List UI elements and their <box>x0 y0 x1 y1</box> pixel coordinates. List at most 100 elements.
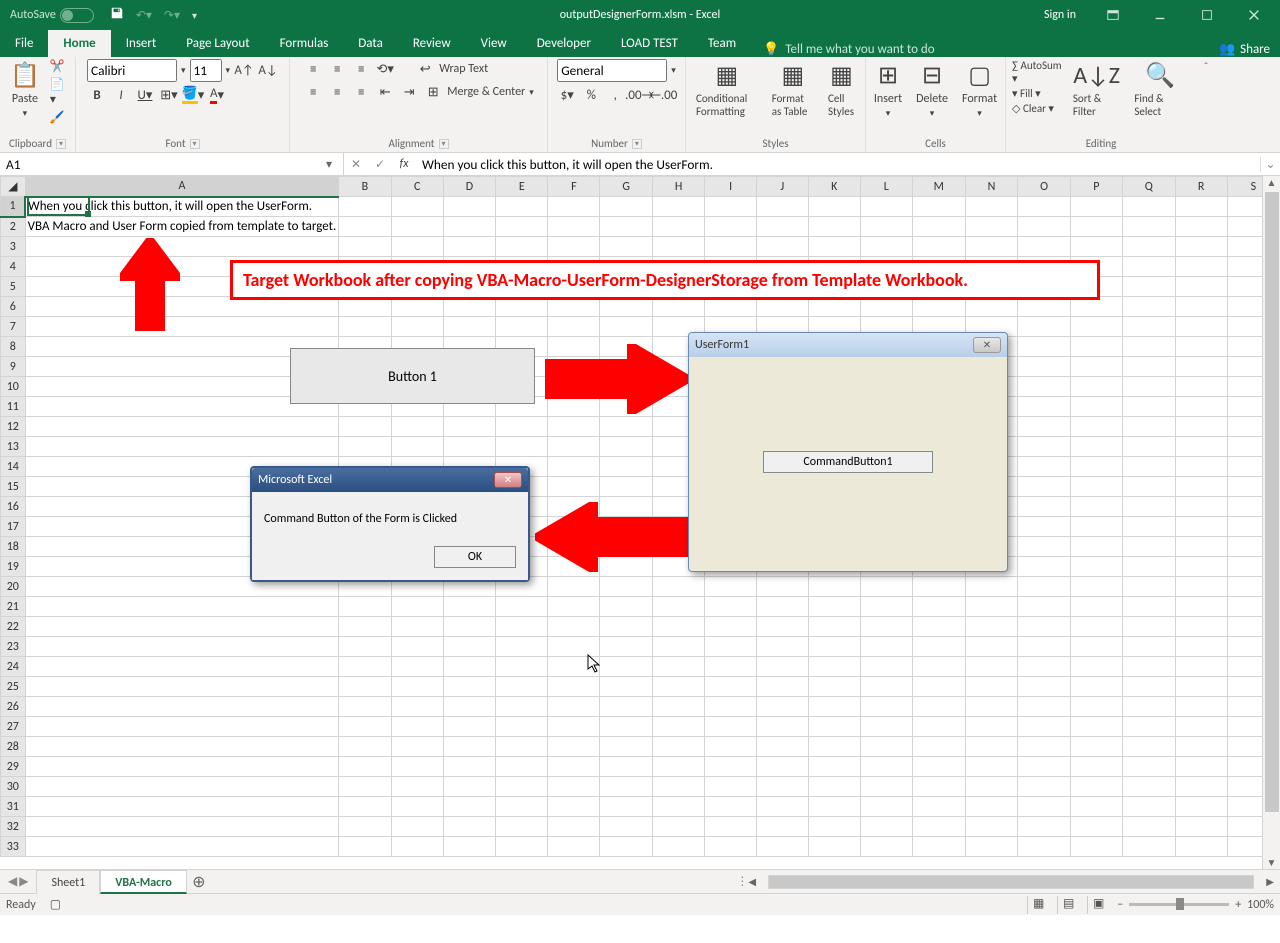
cell[interactable] <box>705 197 757 217</box>
paste-button[interactable]: 📋 Paste ▾ <box>6 59 44 121</box>
cell[interactable] <box>756 637 808 657</box>
cell[interactable] <box>1070 617 1122 637</box>
row-header[interactable]: 15 <box>1 477 26 497</box>
cell[interactable] <box>652 697 704 717</box>
row-header[interactable]: 11 <box>1 397 26 417</box>
cell[interactable] <box>1123 437 1176 457</box>
cell[interactable] <box>705 617 757 637</box>
cell[interactable] <box>1123 497 1176 517</box>
cell[interactable] <box>860 737 912 757</box>
cell[interactable] <box>25 817 339 837</box>
cell[interactable] <box>1070 797 1122 817</box>
cell[interactable] <box>1123 317 1176 337</box>
cell[interactable] <box>496 417 548 437</box>
cell[interactable] <box>808 677 860 697</box>
row-header[interactable]: 7 <box>1 317 26 337</box>
column-header[interactable]: B <box>339 177 391 197</box>
cell[interactable] <box>339 417 391 437</box>
cell[interactable] <box>391 757 443 777</box>
cell[interactable] <box>391 817 443 837</box>
cell[interactable] <box>1175 657 1227 677</box>
cell[interactable]: VBA Macro and User Form copied from temp… <box>25 217 339 237</box>
cell[interactable] <box>25 837 339 857</box>
align-left-icon[interactable]: ≡ <box>303 82 323 102</box>
cell[interactable] <box>965 677 1018 697</box>
cell[interactable] <box>1070 237 1122 257</box>
cell[interactable] <box>705 597 757 617</box>
tell-me-search[interactable]: 💡Tell me what you want to do <box>763 42 935 57</box>
cell[interactable] <box>548 717 600 737</box>
cell[interactable] <box>1070 477 1122 497</box>
fill-color-button[interactable]: 🪣▾ <box>183 85 203 105</box>
cell[interactable] <box>1018 437 1071 457</box>
sheet-nav-next-icon[interactable]: ▶ <box>19 874 28 889</box>
cell[interactable] <box>860 757 912 777</box>
zoom-out-icon[interactable]: − <box>1117 898 1123 912</box>
cell[interactable] <box>1070 517 1122 537</box>
cell[interactable] <box>860 617 912 637</box>
cell[interactable] <box>391 197 443 217</box>
cell[interactable] <box>808 197 860 217</box>
cell[interactable] <box>443 437 495 457</box>
cell[interactable] <box>1123 517 1176 537</box>
cell[interactable] <box>1123 377 1176 397</box>
cell[interactable] <box>652 797 704 817</box>
cell[interactable] <box>965 197 1018 217</box>
cell[interactable] <box>912 577 965 597</box>
cell[interactable] <box>496 617 548 637</box>
percent-format-icon[interactable]: % <box>581 85 601 105</box>
cell[interactable] <box>1123 737 1176 757</box>
cell[interactable] <box>548 437 600 457</box>
insert-function-icon[interactable]: fx <box>392 157 416 171</box>
zoom-in-icon[interactable]: + <box>1235 898 1241 912</box>
cell-styles-button[interactable]: ▦Cell Styles <box>824 59 859 120</box>
cell[interactable] <box>548 737 600 757</box>
name-box[interactable]: ▾ <box>0 153 344 175</box>
row-header[interactable]: 24 <box>1 657 26 677</box>
cell[interactable] <box>1018 557 1071 577</box>
cancel-formula-icon[interactable]: ✕ <box>344 157 368 172</box>
cell[interactable] <box>1123 277 1176 297</box>
cell[interactable] <box>965 797 1018 817</box>
row-header[interactable]: 2 <box>1 217 26 237</box>
command-button[interactable]: CommandButton1 <box>763 451 933 473</box>
tab-page-layout[interactable]: Page Layout <box>171 30 264 57</box>
cell[interactable] <box>1123 717 1176 737</box>
cell[interactable] <box>1175 717 1227 737</box>
cell[interactable] <box>756 797 808 817</box>
cell[interactable] <box>1175 437 1227 457</box>
cell[interactable] <box>912 197 965 217</box>
cell[interactable] <box>600 757 652 777</box>
cell[interactable] <box>548 597 600 617</box>
row-header[interactable]: 23 <box>1 637 26 657</box>
row-header[interactable]: 5 <box>1 277 26 297</box>
cell[interactable] <box>1123 777 1176 797</box>
cell[interactable] <box>600 317 652 337</box>
cell[interactable] <box>652 577 704 597</box>
cell[interactable] <box>1018 717 1071 737</box>
cell[interactable] <box>756 817 808 837</box>
cell[interactable] <box>860 597 912 617</box>
chevron-down-icon[interactable]: ▾ <box>671 65 676 76</box>
dialog-launcher-icon[interactable]: ▾ <box>190 139 200 149</box>
cell[interactable] <box>496 817 548 837</box>
cell[interactable] <box>443 597 495 617</box>
cell[interactable] <box>1018 777 1071 797</box>
italic-button[interactable]: I <box>111 85 131 105</box>
cell[interactable] <box>1070 357 1122 377</box>
align-bottom-icon[interactable]: ≡ <box>351 59 371 79</box>
cell[interactable] <box>1018 577 1071 597</box>
column-header[interactable]: Q <box>1123 177 1176 197</box>
cell[interactable] <box>1070 637 1122 657</box>
column-header[interactable]: K <box>808 177 860 197</box>
horizontal-scrollbar[interactable] <box>768 875 1254 889</box>
cell[interactable] <box>25 757 339 777</box>
cell[interactable] <box>1175 777 1227 797</box>
cell[interactable] <box>1070 397 1122 417</box>
cell[interactable] <box>391 597 443 617</box>
cell[interactable] <box>25 637 339 657</box>
row-header[interactable]: 27 <box>1 717 26 737</box>
cell[interactable] <box>548 457 600 477</box>
cell[interactable] <box>1070 777 1122 797</box>
decrease-decimal-icon[interactable]: ←.00 <box>653 85 673 105</box>
